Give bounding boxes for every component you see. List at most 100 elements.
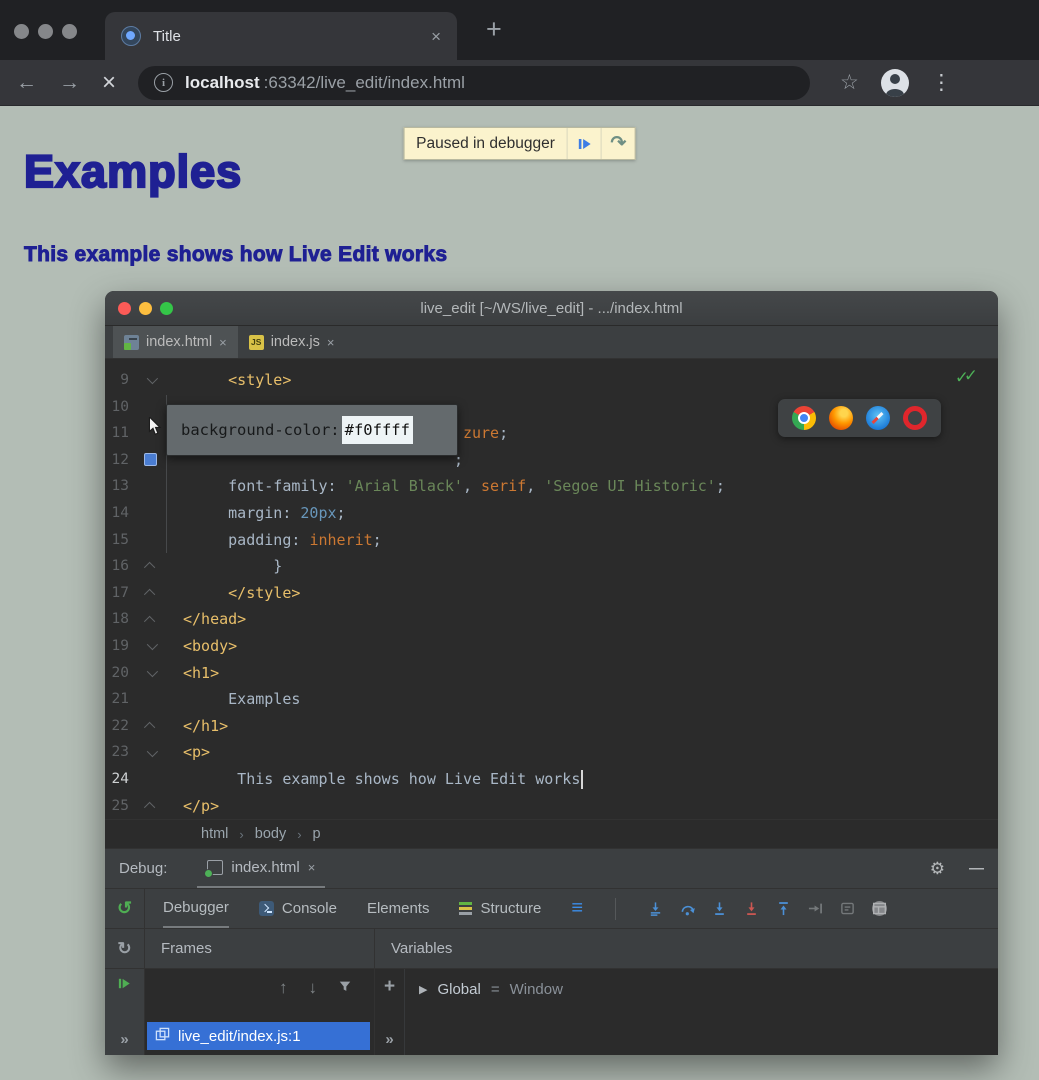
fold-gutter[interactable] (129, 713, 183, 740)
stop-button[interactable]: × (102, 71, 116, 95)
run-to-cursor-icon[interactable] (808, 901, 823, 916)
line-number[interactable]: 12 (105, 447, 129, 474)
fold-end-icon[interactable] (144, 802, 155, 813)
code-line[interactable]: 15 padding: inherit; (105, 527, 998, 554)
fold-gutter[interactable] (129, 793, 183, 820)
fold-end-icon[interactable] (144, 562, 155, 573)
step-out-icon[interactable] (776, 901, 791, 916)
window-maximize-button[interactable] (62, 24, 77, 39)
back-button[interactable]: ← (16, 72, 37, 93)
fold-gutter[interactable] (129, 580, 183, 607)
code-line[interactable]: 18</head> (105, 606, 998, 633)
firefox-browser-icon[interactable] (829, 406, 853, 430)
editor-tab-index-html[interactable]: index.html × (113, 326, 238, 358)
ide-close-button[interactable] (118, 302, 131, 315)
fold-gutter[interactable] (129, 367, 183, 394)
line-number[interactable]: 13 (105, 473, 129, 500)
fold-gutter[interactable] (129, 553, 183, 580)
fold-gutter[interactable] (129, 739, 183, 766)
line-number[interactable]: 9 (105, 367, 129, 394)
fold-end-icon[interactable] (144, 615, 155, 626)
code-line[interactable]: 21 Examples (105, 686, 998, 713)
line-number[interactable]: 25 (105, 793, 129, 820)
add-watch-icon[interactable]: + (384, 977, 395, 996)
previous-frame-icon[interactable]: ↑ (279, 978, 288, 998)
code-line[interactable]: 14 margin: 20px; (105, 500, 998, 527)
forward-button[interactable]: → (59, 72, 80, 93)
breadcrumb-item-p[interactable]: p (313, 826, 321, 842)
line-number[interactable]: 24 (105, 766, 129, 793)
tab-elements[interactable]: Elements (367, 889, 430, 928)
window-minimize-button[interactable] (38, 24, 53, 39)
window-close-button[interactable] (14, 24, 29, 39)
fold-end-icon[interactable] (144, 589, 155, 600)
breadcrumb-item-html[interactable]: html (201, 826, 228, 842)
line-number[interactable]: 17 (105, 580, 129, 607)
restore-layout-icon[interactable] (872, 901, 887, 916)
tab-debugger[interactable]: Debugger (163, 889, 229, 928)
step-over-icon[interactable] (680, 901, 695, 916)
show-execution-point-icon[interactable] (648, 901, 663, 916)
more-actions-icon[interactable]: » (385, 1031, 393, 1048)
tab-close-icon[interactable]: × (327, 335, 335, 350)
line-number[interactable]: 10 (105, 394, 129, 421)
line-number[interactable]: 14 (105, 500, 129, 527)
fold-gutter[interactable] (129, 660, 183, 687)
line-number[interactable]: 11 (105, 420, 129, 447)
stack-frame-item[interactable]: live_edit/index.js:1 (147, 1022, 370, 1050)
chrome-browser-icon[interactable] (792, 406, 816, 430)
browser-menu-icon[interactable]: ⋮ (931, 70, 952, 95)
tab-structure[interactable]: Structure (459, 889, 541, 928)
ide-minimize-button[interactable] (139, 302, 152, 315)
line-number[interactable]: 18 (105, 606, 129, 633)
fold-expanded-icon[interactable] (147, 373, 158, 384)
threads-view-icon[interactable]: ≡ (571, 889, 583, 928)
force-step-into-icon[interactable] (744, 901, 759, 916)
more-actions-icon[interactable]: » (120, 1031, 128, 1048)
safari-browser-icon[interactable] (866, 406, 890, 430)
bookmark-star-icon[interactable]: ☆ (840, 70, 859, 95)
resume-script-button[interactable] (567, 128, 601, 159)
fold-expanded-icon[interactable] (147, 746, 158, 757)
step-over-next-call-button[interactable]: ↷ (601, 128, 635, 159)
fold-expanded-icon[interactable] (147, 666, 158, 677)
line-number[interactable]: 21 (105, 686, 129, 713)
rerun-debug-icon[interactable]: ↺ (117, 898, 132, 919)
hide-panel-icon[interactable]: — (969, 860, 984, 877)
inspections-widget[interactable]: ✓ ✓ (956, 362, 990, 386)
breadcrumb-item-body[interactable]: body (255, 826, 286, 842)
fold-gutter[interactable] (129, 606, 183, 633)
new-tab-button[interactable]: + (486, 14, 502, 45)
code-line[interactable]: 13 font-family: 'Arial Black', serif, 'S… (105, 473, 998, 500)
filter-funnel-icon[interactable] (338, 978, 352, 998)
variable-row-global[interactable]: ▶ Global = Window (419, 981, 998, 998)
step-into-icon[interactable] (712, 901, 727, 916)
opera-browser-icon[interactable] (903, 406, 927, 430)
line-number[interactable]: 19 (105, 633, 129, 660)
code-editor[interactable]: 9 <style>1011 zure;12 ;13 font-family: '… (105, 359, 998, 819)
refresh-frame-icon[interactable]: ↻ (117, 939, 131, 959)
ide-zoom-button[interactable] (160, 302, 173, 315)
line-number[interactable]: 15 (105, 527, 129, 554)
fold-gutter[interactable] (129, 633, 183, 660)
profile-avatar[interactable] (881, 69, 909, 97)
page-info-icon[interactable]: i (154, 73, 173, 92)
resume-program-icon[interactable] (117, 976, 132, 996)
line-number[interactable]: 20 (105, 660, 129, 687)
code-line[interactable]: 9 <style> (105, 367, 998, 394)
browser-tab[interactable]: Title × (105, 12, 457, 60)
code-line[interactable]: 19<body> (105, 633, 998, 660)
tab-close-icon[interactable]: × (219, 335, 227, 350)
line-number[interactable]: 16 (105, 553, 129, 580)
tab-close-icon[interactable]: × (431, 28, 441, 45)
code-line[interactable]: 17 </style> (105, 580, 998, 607)
code-line[interactable]: 16 } (105, 553, 998, 580)
code-line[interactable]: 24 This example shows how Live Edit work… (105, 766, 998, 793)
code-line[interactable]: 23<p> (105, 739, 998, 766)
gutter-color-swatch-icon[interactable] (144, 453, 157, 466)
code-line[interactable]: 20<h1> (105, 660, 998, 687)
expand-arrow-icon[interactable]: ▶ (419, 983, 427, 996)
address-bar[interactable]: i localhost :63342/live_edit/index.html (138, 66, 810, 100)
css-value-input[interactable]: #f0ffff (342, 416, 413, 445)
editor-tab-index-js[interactable]: JS index.js × (238, 326, 346, 358)
